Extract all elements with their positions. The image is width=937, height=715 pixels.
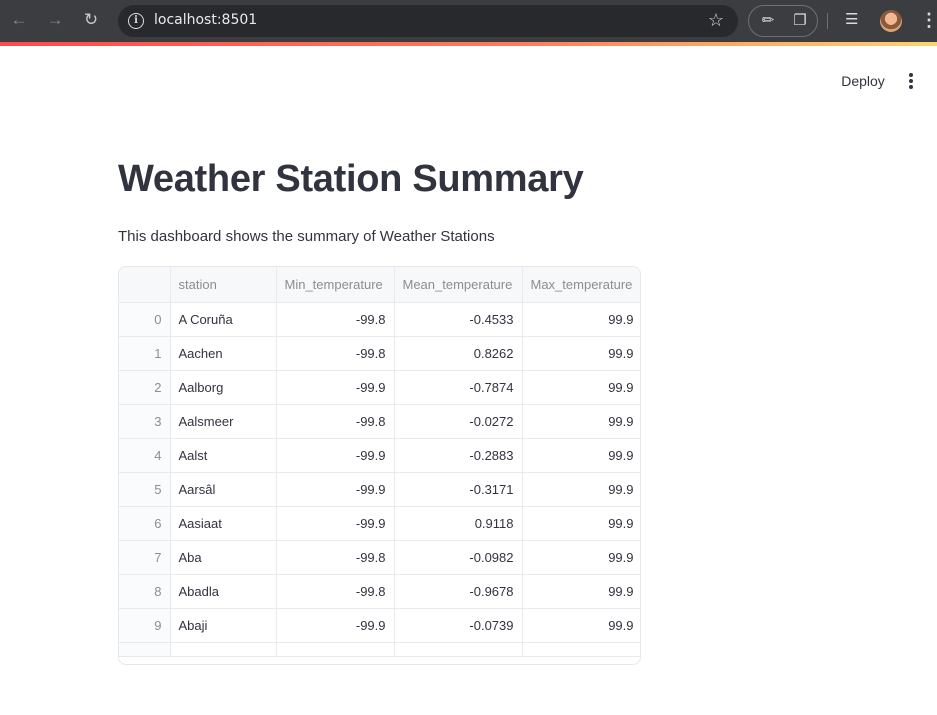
eyedropper-icon[interactable]: ✏ <box>759 12 777 30</box>
station-cell[interactable]: Aarsâl <box>170 472 277 507</box>
min-temperature-cell[interactable]: -99.8 <box>276 302 395 337</box>
max-temperature-cell[interactable]: 99.9 <box>522 506 640 541</box>
browser-toolbar: ← → ↻ i localhost:8501 ☆ ✏ ❐ ☰ ⋮ <box>0 0 937 42</box>
station-cell[interactable]: Aachen <box>170 336 277 371</box>
row-index <box>119 642 171 657</box>
row-index: 8 <box>119 574 171 609</box>
max-temperature-cell <box>522 642 640 657</box>
max-temperature-cell[interactable]: 99.9 <box>522 472 640 507</box>
page-subtitle: This dashboard shows the summary of Weat… <box>118 228 495 245</box>
mean-temperature-cell <box>394 642 523 657</box>
mean-temperature-cell[interactable]: 0.8262 <box>394 336 523 371</box>
min-temperature-cell[interactable]: -99.9 <box>276 506 395 541</box>
max-temperature-cell[interactable]: 99.9 <box>522 540 640 575</box>
app-menu-icon[interactable] <box>900 70 922 92</box>
column-header-max-temperature[interactable]: Max_temperature <box>522 267 640 303</box>
mean-temperature-cell[interactable]: -0.0272 <box>394 404 523 439</box>
extensions-group: ✏ ❐ <box>748 5 818 37</box>
browser-menu-icon[interactable]: ⋮ <box>920 8 937 32</box>
station-cell[interactable]: Aalsmeer <box>170 404 277 439</box>
row-index: 0 <box>119 302 171 337</box>
mean-temperature-cell[interactable]: 0.9118 <box>394 506 523 541</box>
station-cell[interactable]: Abadla <box>170 574 277 609</box>
max-temperature-cell[interactable]: 99.9 <box>522 438 640 473</box>
table-row[interactable]: 4 Aalst -99.9 -0.2883 99.9 <box>119 438 640 473</box>
table-row[interactable]: 2 Aalborg -99.9 -0.7874 99.9 <box>119 370 640 405</box>
station-cell[interactable]: Abaji <box>170 608 277 643</box>
mean-temperature-cell[interactable]: -0.0739 <box>394 608 523 643</box>
app-accent-bar <box>0 42 937 46</box>
max-temperature-cell[interactable]: 99.9 <box>522 404 640 439</box>
min-temperature-cell[interactable]: -99.8 <box>276 574 395 609</box>
station-cell[interactable]: A Coruña <box>170 302 277 337</box>
row-index: 4 <box>119 438 171 473</box>
min-temperature-cell[interactable]: -99.8 <box>276 404 395 439</box>
max-temperature-cell[interactable]: 99.9 <box>522 370 640 405</box>
extensions-puzzle-icon[interactable]: ❐ <box>791 12 809 30</box>
station-cell[interactable]: Aalborg <box>170 370 277 405</box>
max-temperature-cell[interactable]: 99.9 <box>522 608 640 643</box>
column-header-mean-temperature[interactable]: Mean_temperature <box>394 267 523 303</box>
max-temperature-cell[interactable]: 99.9 <box>522 336 640 371</box>
page-title: Weather Station Summary <box>118 158 584 200</box>
min-temperature-cell[interactable]: -99.9 <box>276 472 395 507</box>
min-temperature-cell[interactable]: -99.8 <box>276 540 395 575</box>
deploy-button[interactable]: Deploy <box>830 70 896 92</box>
min-temperature-cell[interactable]: -99.9 <box>276 438 395 473</box>
site-info-icon[interactable]: i <box>128 13 144 29</box>
reload-icon[interactable]: ↻ <box>80 9 102 31</box>
mean-temperature-cell[interactable]: -0.9678 <box>394 574 523 609</box>
bookmark-star-icon[interactable]: ☆ <box>708 10 724 31</box>
min-temperature-cell[interactable]: -99.9 <box>276 370 395 405</box>
min-temperature-cell[interactable]: -99.8 <box>276 336 395 371</box>
mean-temperature-cell[interactable]: -0.7874 <box>394 370 523 405</box>
back-arrow-icon[interactable]: ← <box>8 9 30 31</box>
min-temperature-cell[interactable]: -99.9 <box>276 608 395 643</box>
table-row-partial <box>119 642 640 657</box>
station-cell[interactable]: Aba <box>170 540 277 575</box>
station-cell <box>170 642 277 657</box>
row-index: 3 <box>119 404 171 439</box>
table-row[interactable]: 8 Abadla -99.8 -0.9678 99.9 <box>119 574 640 609</box>
max-temperature-cell[interactable]: 99.9 <box>522 302 640 337</box>
dataframe[interactable]: station Min_temperature Mean_temperature… <box>118 266 641 665</box>
toolbar-divider <box>827 13 828 29</box>
table-row[interactable]: 5 Aarsâl -99.9 -0.3171 99.9 <box>119 472 640 507</box>
profile-avatar[interactable] <box>880 10 902 32</box>
table-row[interactable]: 9 Abaji -99.9 -0.0739 99.9 <box>119 608 640 643</box>
table-row[interactable]: 1 Aachen -99.8 0.8262 99.9 <box>119 336 640 371</box>
data-table: station Min_temperature Mean_temperature… <box>119 267 640 657</box>
station-cell[interactable]: Aalst <box>170 438 277 473</box>
row-index: 1 <box>119 336 171 371</box>
min-temperature-cell <box>276 642 395 657</box>
mean-temperature-cell[interactable]: -0.0982 <box>394 540 523 575</box>
address-bar[interactable]: i localhost:8501 ☆ <box>118 5 738 37</box>
row-index: 5 <box>119 472 171 507</box>
mean-temperature-cell[interactable]: -0.4533 <box>394 302 523 337</box>
table-header-row: station Min_temperature Mean_temperature… <box>119 267 640 303</box>
forward-arrow-icon[interactable]: → <box>44 9 66 31</box>
row-index: 9 <box>119 608 171 643</box>
row-index: 6 <box>119 506 171 541</box>
row-index: 2 <box>119 370 171 405</box>
max-temperature-cell[interactable]: 99.9 <box>522 574 640 609</box>
table-row[interactable]: 0 A Coruña -99.8 -0.4533 99.9 <box>119 302 640 337</box>
mean-temperature-cell[interactable]: -0.3171 <box>394 472 523 507</box>
url-text[interactable]: localhost:8501 <box>154 12 257 28</box>
media-queue-icon[interactable]: ☰ <box>845 10 858 28</box>
table-row[interactable]: 7 Aba -99.8 -0.0982 99.9 <box>119 540 640 575</box>
column-header-index[interactable] <box>119 267 171 303</box>
mean-temperature-cell[interactable]: -0.2883 <box>394 438 523 473</box>
column-header-station[interactable]: station <box>170 267 277 303</box>
row-index: 7 <box>119 540 171 575</box>
column-header-min-temperature[interactable]: Min_temperature <box>276 267 395 303</box>
table-row[interactable]: 3 Aalsmeer -99.8 -0.0272 99.9 <box>119 404 640 439</box>
station-cell[interactable]: Aasiaat <box>170 506 277 541</box>
table-row[interactable]: 6 Aasiaat -99.9 0.9118 99.9 <box>119 506 640 541</box>
